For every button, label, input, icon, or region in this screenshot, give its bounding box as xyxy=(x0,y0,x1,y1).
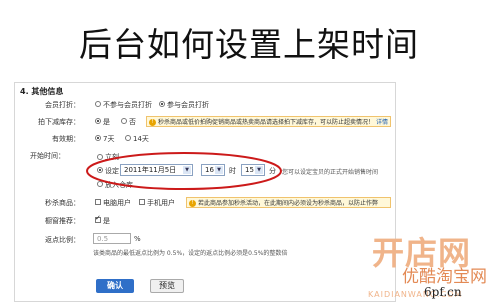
flash-sale-tip: ! 若此商品参加秒杀活动，在此期间内必须设为秒杀商品，以防止作弊 xyxy=(186,197,391,208)
flash-sale-pc-option: 电脑用户 xyxy=(103,199,131,207)
warning-icon: ! xyxy=(189,200,196,207)
ratio-label: 返点比例： xyxy=(45,236,80,244)
member-discount-label: 会员打折： xyxy=(45,101,80,109)
confirm-button[interactable]: 确认 xyxy=(96,279,134,293)
stock-reduce-detail-link[interactable]: 详情 xyxy=(376,119,388,126)
ratio-hint: 该类商品的最低返点比例为 0.5%，设定的返点比例必须是0.5%的整数倍 xyxy=(93,250,288,257)
watermark-domain: 6pf.cn xyxy=(424,285,462,299)
highlight-ellipse xyxy=(86,152,282,190)
stock-reduce-option-yes: 是 xyxy=(103,118,110,126)
member-discount-radio-yes[interactable] xyxy=(159,101,165,107)
recommend-option: 是 xyxy=(103,217,110,225)
warning-icon: ! xyxy=(149,119,156,126)
flash-sale-tip-text: 若此商品参加秒杀活动，在此期间内必须设为秒杀商品，以防止作弊 xyxy=(198,200,379,207)
stock-reduce-label: 拍下减库存： xyxy=(38,118,80,126)
member-discount-radio-no[interactable] xyxy=(95,101,101,107)
member-discount-option-no: 不参与会员打折 xyxy=(103,101,152,109)
stock-reduce-option-no: 否 xyxy=(129,118,136,126)
watermark-slogan: 优酷淘宝网 xyxy=(402,267,487,287)
flash-sale-mobile-checkbox[interactable] xyxy=(139,199,145,205)
validity-radio-14[interactable] xyxy=(125,135,131,141)
start-time-label: 开始时间： xyxy=(30,152,65,160)
recommend-checkbox[interactable] xyxy=(95,214,101,223)
validity-option-14: 14天 xyxy=(133,135,149,143)
stock-reduce-radio-no[interactable] xyxy=(121,118,127,124)
member-discount-option-yes: 参与会员打折 xyxy=(167,101,209,109)
stock-reduce-radio-yes[interactable] xyxy=(95,118,101,124)
settings-panel xyxy=(14,82,396,302)
ratio-unit: % xyxy=(134,235,141,243)
flash-sale-label: 秒杀商品： xyxy=(45,199,80,207)
stock-reduce-tip: ! 秒杀商品或低价拍购促销商品或热卖商品请选择拍下减库存，可以防止超卖情况！ 详… xyxy=(146,116,391,127)
validity-option-7: 7天 xyxy=(103,135,115,143)
start-time-hint: 您可以设定宝贝的正式开始销售时间 xyxy=(282,169,379,176)
section-title: 4. 其他信息 xyxy=(20,87,64,96)
recommend-label: 橱窗推荐： xyxy=(45,217,80,225)
stock-reduce-tip-text: 秒杀商品或低价拍购促销商品或热卖商品请选择拍下减库存，可以防止超卖情况！ xyxy=(158,119,375,126)
flash-sale-pc-checkbox[interactable] xyxy=(95,199,101,205)
ratio-input[interactable]: 0.5 xyxy=(93,233,131,244)
flash-sale-mobile-option: 手机用户 xyxy=(147,199,175,207)
validity-radio-7[interactable] xyxy=(95,135,101,141)
page-title: 后台如何设置上架时间 xyxy=(79,25,419,64)
validity-label: 有效期： xyxy=(52,135,80,143)
preview-button[interactable]: 预览 xyxy=(150,279,184,293)
